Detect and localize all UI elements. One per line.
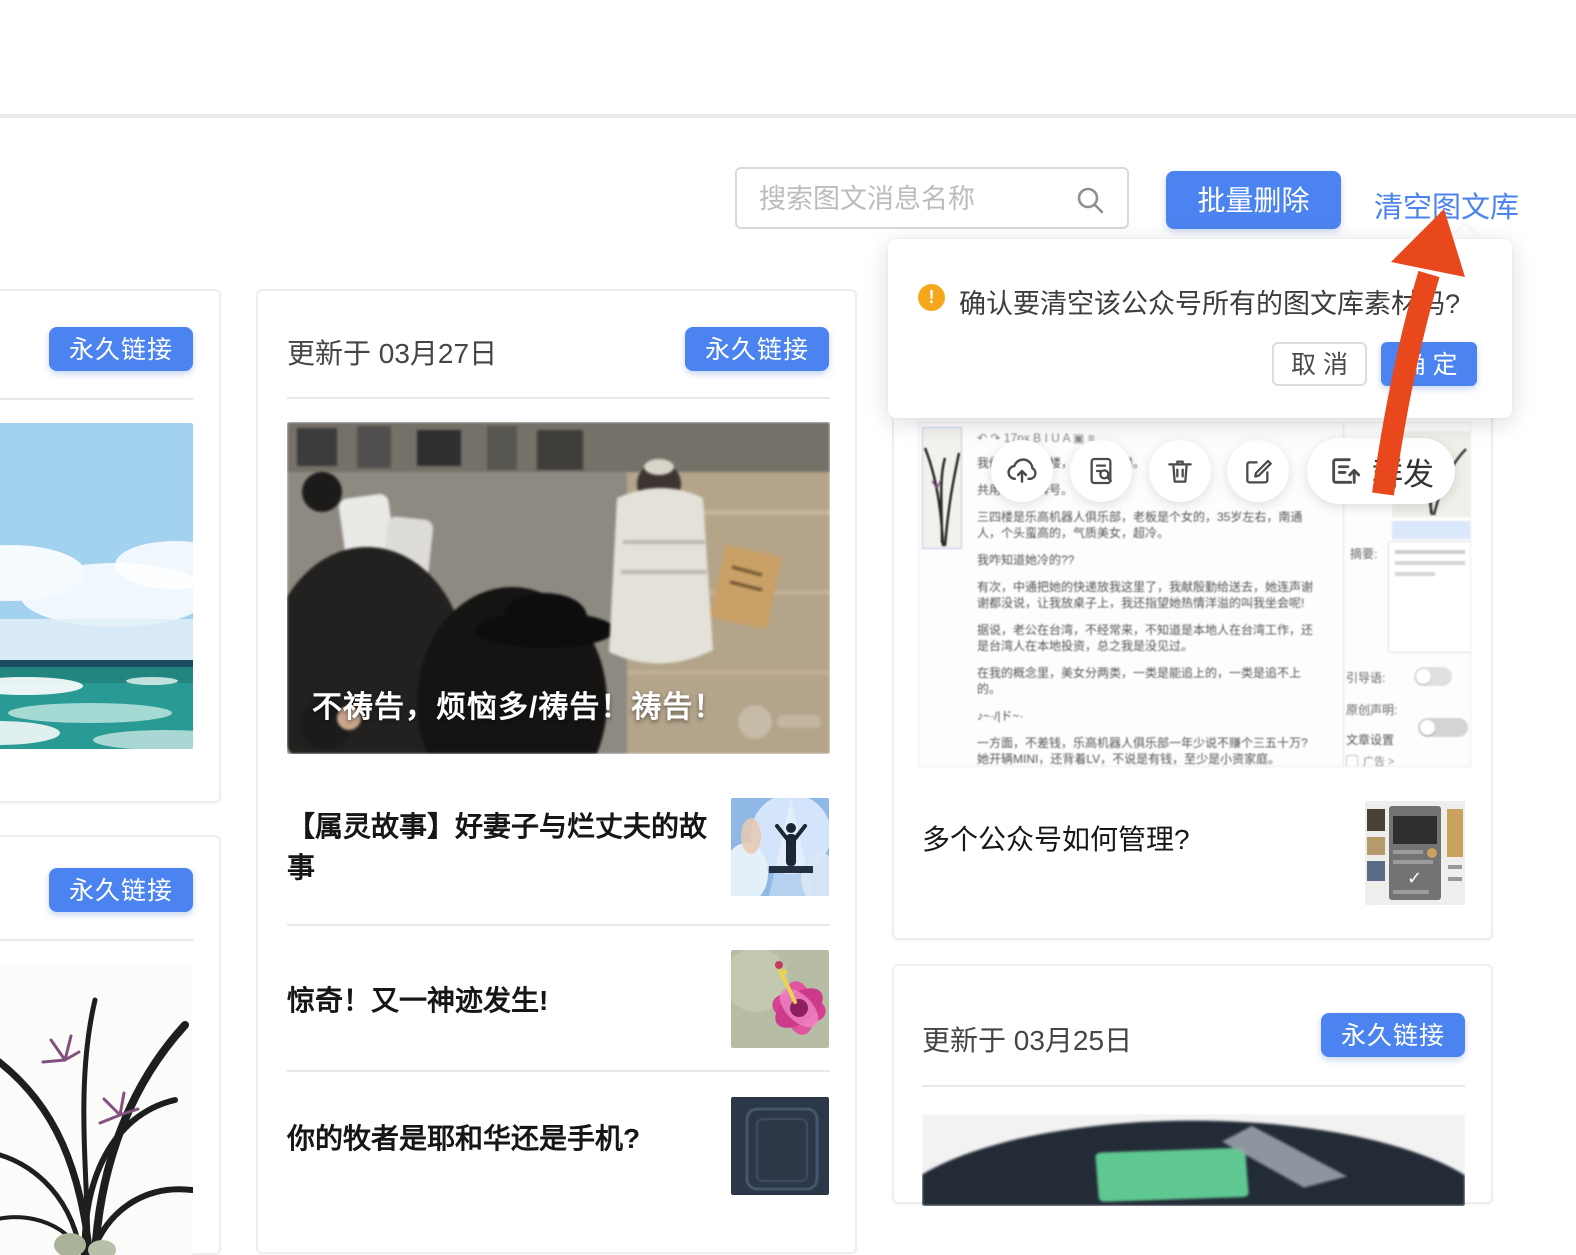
card-divider [287, 397, 830, 399]
permalink-button[interactable]: 永久链接 [685, 327, 829, 371]
check-icon: ✓ [1407, 868, 1423, 888]
article-card-left-bottom[interactable]: 永久链接 [0, 835, 221, 1255]
phone-thumb [731, 1097, 829, 1195]
article-title: 多个公众号如何管理? [922, 824, 1190, 855]
manage-accounts-thumb: ✓ [1365, 801, 1465, 905]
mass-send-button[interactable]: 群发 [1307, 438, 1455, 504]
original-toggle [1418, 718, 1468, 737]
updated-date: 更新于 03月25日 [922, 1025, 1133, 1056]
settings-label: 文章设置 [1346, 733, 1395, 747]
article-card-middle[interactable]: 更新于 03月27日 永久链接 不祷告，烦恼多/祷告！祷告！ 【属灵故事】好妻子… [256, 289, 857, 1254]
original-label: 原创声明: [1346, 703, 1398, 717]
article-card-right-bottom[interactable]: 更新于 03月25日 永久链接 [892, 964, 1493, 1206]
delete-button[interactable] [1149, 440, 1211, 502]
batch-delete-button[interactable]: 批量删除 [1166, 171, 1341, 229]
warning-icon: ! [918, 284, 945, 311]
article-card-left-top[interactable]: 永久链接 [0, 289, 221, 803]
summary-textarea [1388, 541, 1470, 653]
article-row[interactable]: 【属灵故事】好妻子与烂丈夫的故事 [258, 786, 859, 916]
cover-caption: 不祷告，烦恼多/祷告！祷告！ [312, 691, 725, 724]
screenshot-side-thumb [922, 427, 962, 549]
send-doc-icon [1332, 458, 1361, 484]
clear-library-link[interactable]: 清空图文库 [1374, 184, 1519, 226]
article-row[interactable]: 你的牧者是耶和华还是手机? [258, 1081, 859, 1251]
confirm-popup: ! 确认要清空该公众号所有的图文库素材吗? 取 消 确 定 [888, 239, 1512, 418]
article-title: 你的牧者是耶和华还是手机? [287, 1123, 641, 1154]
orchid-painting-photo [0, 965, 193, 1255]
trash-icon [1168, 460, 1192, 483]
worship-thumb [731, 798, 829, 896]
cover-photo-prayer-wall: 不祷告，烦恼多/祷告！祷告！ [287, 422, 830, 754]
edit-button[interactable] [1227, 440, 1289, 502]
guide-toggle [1414, 667, 1452, 686]
cancel-button[interactable]: 取 消 [1272, 342, 1367, 386]
editor-text: 我们……一二楼，上面……楼。 共用一个门牌号。 三四楼是乐高机器人俱乐部，老板是… [977, 456, 1314, 766]
article-title: 惊奇！又一神迹发生! [287, 985, 549, 1016]
top-divider [0, 114, 1576, 118]
mass-send-label: 群发 [1372, 456, 1434, 492]
popup-message: 确认要清空该公众号所有的图文库素材吗? [959, 289, 1461, 319]
summary-label: 摘要: [1350, 547, 1378, 561]
preview-button[interactable] [1070, 440, 1132, 502]
edit-icon [1246, 459, 1272, 484]
card-divider [0, 398, 193, 400]
article-title: 【属灵故事】好妻子与烂丈夫的故事 [287, 811, 708, 883]
cloud-upload-icon [1007, 458, 1037, 483]
card-divider [287, 1070, 830, 1072]
permalink-button[interactable]: 永久链接 [1321, 1013, 1465, 1057]
permalink-button[interactable]: 永久链接 [49, 868, 193, 912]
card-divider [0, 939, 193, 941]
upload-button[interactable] [991, 440, 1053, 502]
search-box [735, 167, 1129, 229]
panel-selection [1392, 521, 1470, 539]
guide-label: 引导语: [1346, 671, 1386, 685]
doc-search-icon [1090, 457, 1112, 485]
search-input[interactable] [757, 169, 1081, 229]
updated-date: 更新于 03月27日 [287, 338, 498, 369]
permalink-button[interactable]: 永久链接 [49, 327, 193, 371]
calculator-photo [922, 1114, 1465, 1206]
ocean-photo [0, 423, 193, 749]
article-row[interactable]: 惊奇！又一神迹发生! [258, 936, 859, 1066]
confirm-button[interactable]: 确 定 [1381, 342, 1477, 386]
page: { "toolbar": { "search_placeholder": "搜索… [0, 0, 1576, 1255]
search-icon[interactable] [1075, 185, 1105, 220]
card-divider [287, 924, 830, 926]
card-divider [922, 1085, 1465, 1087]
panel-row: 广告 > [1346, 753, 1394, 766]
flower-thumb [731, 950, 829, 1048]
